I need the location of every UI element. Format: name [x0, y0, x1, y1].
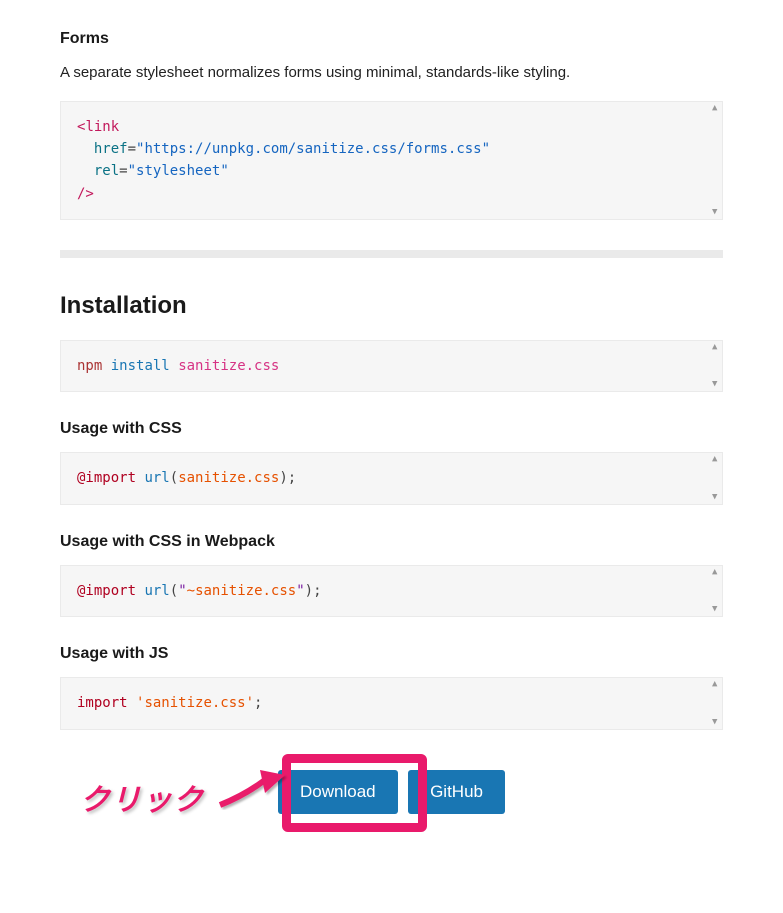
usage-css-section: Usage with CSS @import url(sanitize.css)… [60, 420, 723, 504]
code-eq: = [119, 163, 127, 179]
code-url-fn: url [144, 470, 169, 486]
code-arg: sanitize.css [178, 470, 279, 486]
code-quote: " [296, 583, 304, 599]
usage-webpack-code-block[interactable]: @import url("~sanitize.css");▲▼ [60, 565, 723, 617]
scroll-down-icon[interactable]: ▼ [712, 380, 720, 389]
code-install: install [111, 358, 170, 374]
code-arg: sanitize.css [144, 695, 245, 711]
forms-heading: Forms [60, 30, 723, 48]
installation-heading: Installation [60, 292, 723, 320]
scroll-down-icon[interactable]: ▼ [712, 208, 720, 217]
scroll-down-icon[interactable]: ▼ [712, 718, 720, 727]
code-import-kw: import [77, 695, 128, 711]
forms-description: A separate stylesheet normalizes forms u… [60, 62, 723, 85]
code-tag-link: link [85, 119, 119, 135]
scroll-up-icon[interactable]: ▲ [712, 343, 720, 352]
code-tilde: ~ [187, 583, 195, 599]
code-paren-open: ( [170, 583, 178, 599]
download-button[interactable]: Download [278, 770, 398, 814]
code-semi: ; [313, 583, 321, 599]
code-rel-value: stylesheet [136, 163, 220, 179]
scroll-up-icon[interactable]: ▲ [712, 568, 720, 577]
code-semi: ; [254, 695, 262, 711]
code-quote: " [178, 583, 186, 599]
usage-js-section: Usage with JS import 'sanitize.css';▲▼ [60, 645, 723, 729]
code-href-value: https://unpkg.com/sanitize.css/forms.css [144, 141, 481, 157]
code-quote: " [128, 163, 136, 179]
code-quote: ' [246, 695, 254, 711]
click-annotation-label: クリック [80, 775, 204, 819]
scroll-down-icon[interactable]: ▼ [712, 605, 720, 614]
code-attr-href: href [94, 141, 128, 157]
scroll-down-icon[interactable]: ▼ [712, 493, 720, 502]
usage-css-code-block[interactable]: @import url(sanitize.css); ▲ ▼ [60, 452, 723, 504]
scroll-up-icon[interactable]: ▲ [712, 680, 720, 689]
button-row: Download GitHub クリック [60, 770, 723, 814]
github-button[interactable]: GitHub [408, 770, 505, 814]
code-eq: = [128, 141, 136, 157]
npm-install-code-block[interactable]: npm install sanitize.css ▲ ▼ [60, 340, 723, 392]
code-paren-close: ) [279, 470, 287, 486]
code-quote: " [220, 163, 228, 179]
code-attr-rel: rel [94, 163, 119, 179]
usage-js-heading: Usage with JS [60, 645, 723, 663]
code-semi: ; [288, 470, 296, 486]
section-divider [60, 250, 723, 258]
code-close: /> [77, 186, 94, 202]
usage-webpack-heading: Usage with CSS in Webpack [60, 533, 723, 551]
code-at-import: @import [77, 583, 136, 599]
scroll-up-icon[interactable]: ▲ [712, 455, 720, 464]
code-paren-open: ( [170, 470, 178, 486]
usage-webpack-section: Usage with CSS in Webpack @import url("~… [60, 533, 723, 617]
code-paren-close: ) [305, 583, 313, 599]
forms-code-block[interactable]: <link href="https://unpkg.com/sanitize.c… [60, 101, 723, 221]
code-at-import: @import [77, 470, 136, 486]
code-arg: sanitize.css [195, 583, 296, 599]
code-npm: npm [77, 358, 102, 374]
code-quote: " [482, 141, 490, 157]
usage-js-code-block[interactable]: import 'sanitize.css';▲▼ [60, 677, 723, 729]
forms-section: Forms A separate stylesheet normalizes f… [60, 30, 723, 220]
installation-section: Installation npm install sanitize.css ▲ ▼ [60, 292, 723, 392]
usage-css-heading: Usage with CSS [60, 420, 723, 438]
scroll-up-icon[interactable]: ▲ [712, 104, 720, 113]
code-url-fn: url [144, 583, 169, 599]
code-package: sanitize.css [178, 358, 279, 374]
